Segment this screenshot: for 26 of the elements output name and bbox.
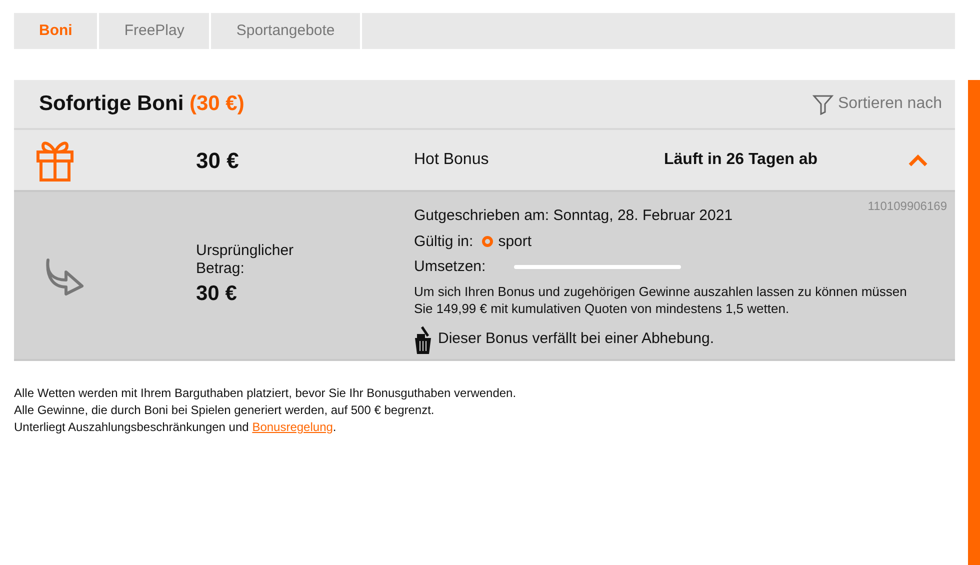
original-amount-label: Ursprünglicher Betrag: <box>196 242 295 278</box>
bonus-rules-link[interactable]: Bonusregelung <box>252 420 333 434</box>
footer-note: Alle Wetten werden mit Ihrem Barguthaben platziert, bevor Sie Ihr Bonusguthaben verwenden. <box>14 385 518 402</box>
credited-date: Gutgeschrieben am: Sonntag, 28. Februar 2021 <box>414 206 733 226</box>
expiry-text: Läuft in 26 Tagen ab <box>664 150 818 170</box>
bonus-id: 110109906169 <box>868 198 947 215</box>
trash-icon <box>414 324 432 354</box>
tab[interactable]: FreePlay <box>99 13 212 49</box>
bonus-amount: 30 € <box>196 146 240 174</box>
scrollbar-thumb[interactable] <box>968 80 980 565</box>
collapse-button[interactable] <box>908 153 928 167</box>
curved-arrow-icon <box>44 256 86 296</box>
terms-text: Um sich Ihren Bonus und zugehörigen Gewinne auszahlen lassen zu können müssen Sie 149,99 € mit kumulativen Quoten von mindestens 1,5 wetten. <box>414 282 908 316</box>
tab[interactable]: Sportangebote <box>211 13 362 49</box>
valid-value: sport <box>498 232 532 252</box>
wager-label: Umsetzen: <box>414 257 487 277</box>
original-amount: 30 € <box>196 280 238 307</box>
sort-button[interactable]: Sortieren nach <box>812 92 942 116</box>
valid-label: Gültig in: <box>414 232 474 252</box>
bonus-name: Hot Bonus <box>414 150 490 170</box>
footer-note: Unterliegt Auszahlungsbeschränkungen und Bonusregelung. <box>14 419 338 436</box>
filter-icon <box>812 93 834 115</box>
section-title: Sofortige Boni (30 €) <box>39 91 244 118</box>
footer-note: Alle Gewinne, die durch Boni bei Spielen generiert werden, auf 500 € begrenzt. <box>14 402 436 419</box>
forfeit-notice: Dieser Bonus verfällt bei einer Abhebung. <box>438 329 714 350</box>
tab[interactable]: Boni <box>14 13 100 49</box>
